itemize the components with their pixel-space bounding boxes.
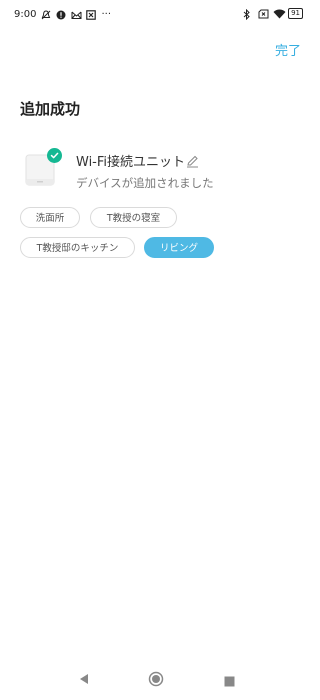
- sim-off-icon: [258, 9, 269, 19]
- status-time: 9:00: [14, 9, 37, 20]
- device-status: デバイスが追加されました: [76, 176, 214, 190]
- status-bar: 9:00 ··· 91: [0, 0, 315, 30]
- home-icon[interactable]: [148, 671, 164, 691]
- wifi-icon: [273, 9, 286, 19]
- status-right: 91: [243, 8, 303, 20]
- page-title: 追加成功: [20, 100, 81, 118]
- status-left: 9:00 ···: [14, 9, 111, 20]
- room-chip-washroom[interactable]: 洗面所: [20, 207, 80, 228]
- recents-icon[interactable]: [224, 672, 235, 691]
- battery-icon: 91: [288, 8, 303, 19]
- bluetooth-icon: [243, 8, 253, 20]
- bell-off-icon: [41, 9, 51, 20]
- back-icon[interactable]: [78, 671, 90, 690]
- close-box-icon: [86, 9, 97, 20]
- room-chip-kitchen[interactable]: T教授邸のキッチン: [20, 237, 135, 258]
- edit-pencil-icon[interactable]: [186, 153, 199, 168]
- device-row: Wi-Fi接続ユニット デバイスが追加されました: [20, 148, 300, 193]
- done-button[interactable]: 完了: [275, 40, 301, 59]
- room-chip-bedroom[interactable]: T教授の寝室: [90, 207, 177, 228]
- nav-bar: [0, 665, 315, 700]
- device-name: Wi-Fi接続ユニット: [76, 155, 186, 170]
- room-chip-living[interactable]: リビング: [144, 237, 214, 258]
- more-dots-icon: ···: [101, 9, 112, 20]
- mail-icon: [71, 10, 82, 20]
- alert-icon: [56, 10, 66, 20]
- check-icon: [47, 148, 62, 163]
